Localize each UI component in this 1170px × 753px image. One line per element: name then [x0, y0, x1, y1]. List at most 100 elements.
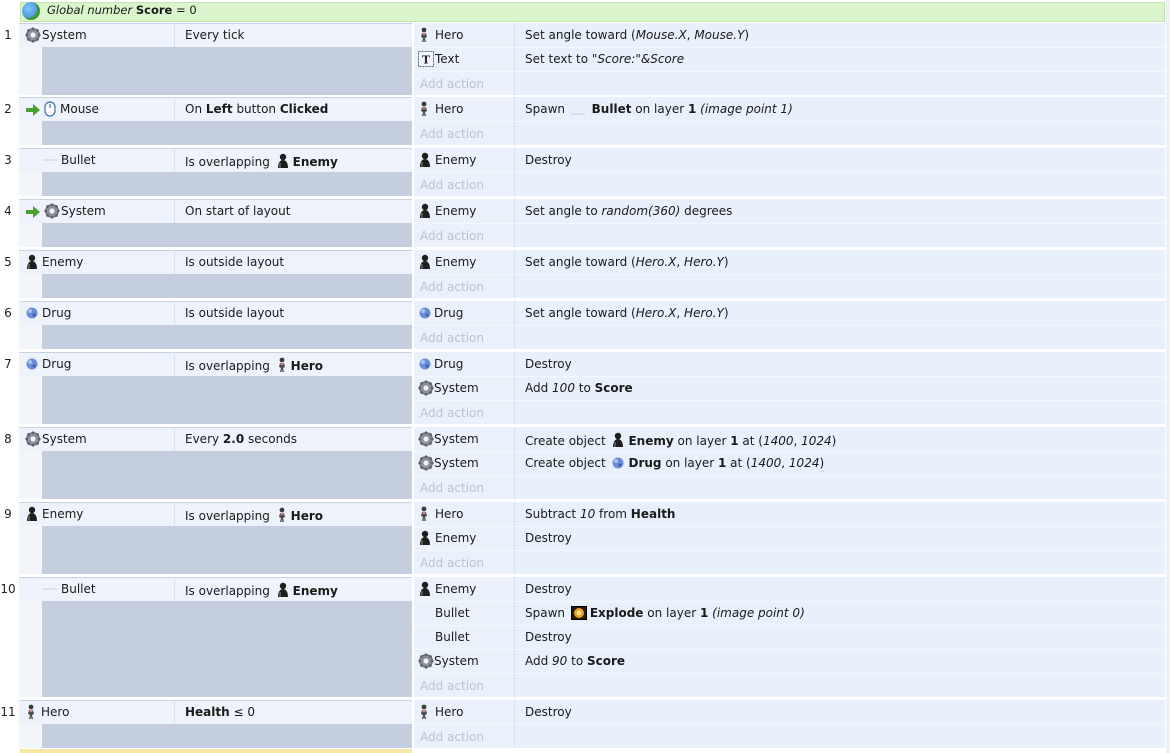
action-text: Destroy: [525, 582, 572, 596]
action-object: Text: [435, 52, 460, 66]
condition-divider: [174, 97, 175, 121]
condition-text: Health ≤ 0: [185, 705, 255, 719]
action-text: Create object Drug on layer 1 at (1400, …: [525, 456, 824, 473]
add-action-link[interactable]: Add action: [420, 481, 484, 495]
action-text: Set angle toward (Mouse.X, Mouse.Y): [525, 28, 750, 42]
action-object: Hero: [435, 507, 464, 521]
add-action-link[interactable]: Add action: [420, 178, 484, 192]
action-row-separator: [414, 71, 1165, 72]
action-text: Set text to "Score:"&Score: [525, 52, 685, 66]
condition-text: Every 2.0 seconds: [185, 432, 298, 446]
condition-text: On Left button Clicked: [185, 102, 329, 116]
action-row-separator: [414, 172, 1165, 173]
action-object: Enemy: [435, 204, 477, 218]
enemy-icon: [276, 582, 290, 601]
trigger-arrow-icon: [26, 206, 40, 218]
event-number: 2: [4, 102, 12, 116]
condition-divider: [174, 577, 175, 601]
action-text: Set angle toward (Hero.X, Hero.Y): [525, 306, 729, 320]
add-action-link[interactable]: Add action: [420, 406, 484, 420]
condition-object: Bullet: [61, 153, 96, 167]
action-row-separator: [414, 223, 1165, 224]
condition-divider: [174, 700, 175, 724]
condition-object: Drug: [42, 306, 72, 320]
condition-text: Is overlapping Enemy: [185, 582, 338, 601]
action-row-separator: [414, 274, 1165, 275]
add-action-link[interactable]: Add action: [420, 280, 484, 294]
action-text: Add 100 to Score: [525, 381, 633, 395]
enemy-icon: [25, 254, 39, 270]
add-action-link[interactable]: Add action: [420, 331, 484, 345]
action-object: Hero: [435, 102, 464, 116]
hero-icon: [276, 507, 288, 526]
action-object: Drug: [434, 306, 464, 320]
event-number: 5: [4, 255, 12, 269]
condition-text: Is overlapping Hero: [185, 507, 323, 526]
trigger-arrow-icon: [26, 104, 40, 116]
gear-icon: [418, 653, 434, 669]
hero-icon: [418, 704, 430, 720]
event-number: 1: [4, 28, 12, 42]
action-text: Set angle toward (Hero.X, Hero.Y): [525, 255, 729, 269]
condition-divider: [174, 23, 175, 47]
next-event-placeholder: [20, 749, 412, 753]
hero-icon: [418, 506, 430, 522]
action-object: System: [434, 654, 479, 668]
gear-icon: [418, 455, 434, 471]
bullet-icon: [43, 158, 57, 162]
event-number: 8: [4, 432, 12, 446]
action-object: Drug: [434, 357, 464, 371]
condition-object: Drug: [42, 357, 72, 371]
event-number: 4: [4, 204, 12, 218]
hero-icon: [25, 704, 37, 720]
action-text: Spawn Bullet on layer 1 (image point 1): [525, 102, 793, 119]
action-row-separator: [414, 475, 1165, 476]
condition-object: Enemy: [42, 255, 84, 269]
enemy-icon: [418, 530, 432, 546]
gear-icon: [44, 203, 60, 219]
action-text: Add 90 to Score: [525, 654, 626, 668]
global-variable-text[interactable]: Global number Score = 0: [47, 3, 197, 17]
action-object: Hero: [435, 28, 464, 42]
condition-text: On start of layout: [185, 204, 291, 218]
condition-divider: [174, 250, 175, 274]
action-row-separator: [414, 325, 1165, 326]
gear-icon: [25, 431, 41, 447]
vertical-scrollbar[interactable]: [1166, 0, 1170, 753]
add-action-link[interactable]: Add action: [420, 77, 484, 91]
bullet-icon: [43, 587, 57, 591]
enemy-icon: [611, 432, 625, 451]
action-object: Enemy: [435, 531, 477, 545]
add-action-link[interactable]: Add action: [420, 556, 484, 570]
text-object-icon: T: [418, 51, 434, 67]
enemy-icon: [418, 254, 432, 270]
enemy-icon: [25, 506, 39, 522]
svg-text:T: T: [422, 54, 431, 67]
action-object: Enemy: [435, 582, 477, 596]
drug-icon: [25, 357, 39, 371]
hero-icon: [418, 101, 430, 117]
action-text: Destroy: [525, 357, 572, 371]
action-object: Enemy: [435, 153, 477, 167]
action-text: Destroy: [525, 531, 572, 545]
condition-divider: [174, 301, 175, 325]
action-row-separator: [414, 673, 1165, 674]
condition-object: System: [42, 432, 87, 446]
add-action-link[interactable]: Add action: [420, 730, 484, 744]
condition-divider: [174, 427, 175, 451]
drug-icon: [418, 306, 432, 320]
condition-object: Bullet: [61, 582, 96, 596]
add-action-link[interactable]: Add action: [420, 229, 484, 243]
add-action-link[interactable]: Add action: [420, 679, 484, 693]
condition-divider: [174, 352, 175, 376]
condition-text: Is outside layout: [185, 255, 285, 269]
action-text: Destroy: [525, 630, 572, 644]
condition-object: Enemy: [42, 507, 84, 521]
add-action-link[interactable]: Add action: [420, 127, 484, 141]
action-text: Create object Enemy on layer 1 at (1400,…: [525, 432, 836, 451]
action-text: Spawn Explode on layer 1 (image point 0): [525, 606, 805, 623]
condition-object: Hero: [41, 705, 70, 719]
event-number: 6: [4, 306, 12, 320]
condition-divider: [174, 199, 175, 223]
action-object: System: [434, 432, 479, 446]
